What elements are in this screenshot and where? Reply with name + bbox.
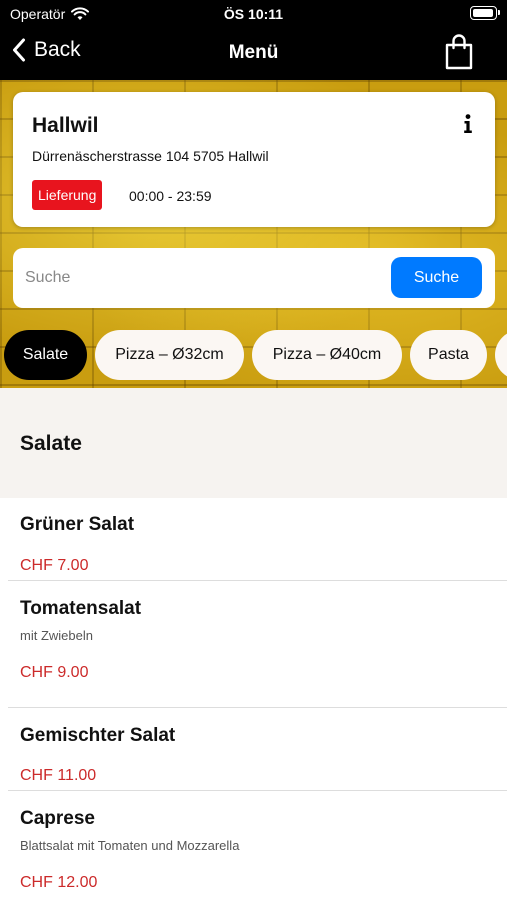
status-bar: Operatör ÖS 10:11 bbox=[0, 0, 507, 28]
search-button[interactable]: Suche bbox=[391, 257, 482, 298]
item-name: Tomatensalat bbox=[20, 598, 142, 619]
search-bar: Suche bbox=[13, 248, 495, 308]
store-card: Hallwil Dürrenäscherstrasse 104 5705 Hal… bbox=[13, 92, 495, 227]
item-name: Grüner Salat bbox=[20, 514, 135, 535]
item-price: CHF 11.00 bbox=[20, 767, 97, 784]
battery-icon bbox=[470, 6, 500, 20]
item-name: Caprese bbox=[20, 808, 95, 829]
cart-button[interactable] bbox=[445, 34, 473, 75]
page-title: Menü bbox=[228, 42, 279, 63]
opening-hours: 00:00 - 23:59 bbox=[129, 188, 212, 204]
navigation-bar: Back Menü bbox=[0, 30, 507, 76]
delivery-badge: Lieferung bbox=[32, 180, 103, 210]
menu-item[interactable]: Caprese Blattsalat mit Tomaten und Mozza… bbox=[0, 791, 507, 900]
item-description: Blattsalat mit Tomaten und Mozzarella bbox=[20, 838, 240, 853]
item-price: CHF 7.00 bbox=[20, 557, 89, 574]
category-tab-more[interactable] bbox=[495, 330, 507, 380]
section-title: Salate bbox=[20, 432, 82, 455]
status-time: ÖS 10:11 bbox=[223, 6, 284, 22]
top-bar: Operatör ÖS 10:11 Back Menü bbox=[0, 0, 507, 80]
section-header: Salate bbox=[0, 388, 507, 498]
category-tab-pasta[interactable]: Pasta bbox=[410, 330, 487, 380]
menu-item[interactable]: Grüner Salat CHF 7.00 bbox=[0, 498, 507, 580]
info-button[interactable] bbox=[463, 114, 473, 139]
shopping-bag-icon bbox=[445, 34, 473, 70]
category-tabs: Salate Pizza – Ø32cm Pizza – Ø40cm Pasta bbox=[0, 330, 507, 380]
category-tab-pizza-40[interactable]: Pizza – Ø40cm bbox=[252, 330, 402, 380]
item-name: Gemischter Salat bbox=[20, 725, 176, 746]
search-input[interactable] bbox=[25, 260, 385, 296]
item-price: CHF 9.00 bbox=[20, 664, 89, 681]
store-name: Hallwil bbox=[32, 114, 99, 137]
item-description: mit Zwiebeln bbox=[20, 628, 93, 643]
category-tab-salate[interactable]: Salate bbox=[4, 330, 87, 380]
menu-item[interactable]: Tomatensalat mit Zwiebeln CHF 9.00 bbox=[0, 581, 507, 707]
category-tab-pizza-32[interactable]: Pizza – Ø32cm bbox=[95, 330, 244, 380]
item-price: CHF 12.00 bbox=[20, 874, 98, 891]
store-address: Dürrenäscherstrasse 104 5705 Hallwil bbox=[32, 148, 269, 164]
menu-item[interactable]: Gemischter Salat CHF 11.00 bbox=[0, 708, 507, 790]
info-icon bbox=[464, 114, 472, 133]
